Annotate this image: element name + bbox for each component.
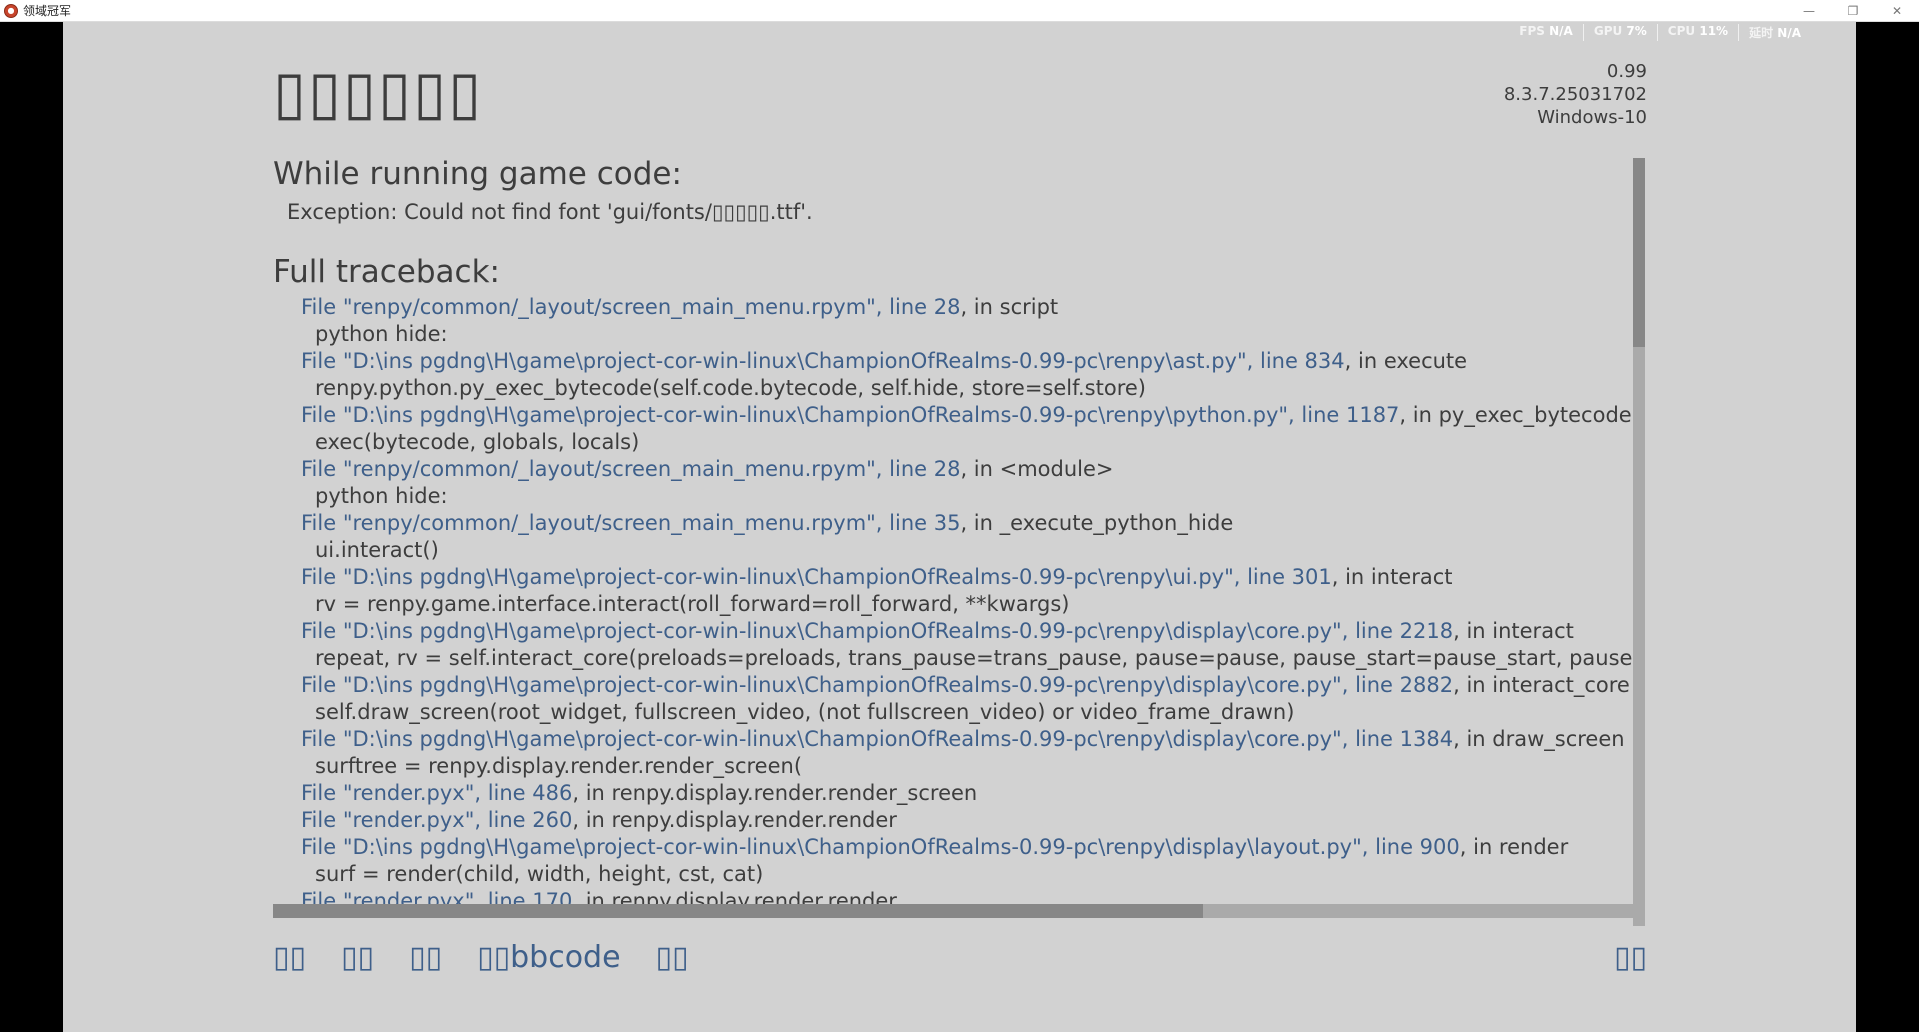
horizontal-scrollbar-thumb[interactable] (273, 904, 1203, 918)
performance-overlay: FPS N/A GPU 7% CPU 11% 延时 N/A (1509, 24, 1801, 41)
traceback-file-line: File "D:\ins pgdng\H\game\project-cor-wi… (273, 618, 1632, 645)
traceback-file-link[interactable]: File "D:\ins pgdng\H\game\project-cor-wi… (301, 727, 1453, 751)
stat-cpu: CPU 11% (1658, 24, 1740, 41)
traceback-function: , in renpy.display.render.render (572, 808, 897, 832)
traceback-function: , in renpy.display.render.render_screen (572, 781, 978, 805)
traceback-file-link[interactable]: File "D:\ins pgdng\H\game\project-cor-wi… (301, 835, 1460, 859)
traceback-function: , in _execute_python_hide (960, 511, 1234, 535)
copy-bbcode-button[interactable]: ▯▯bbcode (477, 940, 620, 975)
running-heading: While running game code: (273, 156, 682, 192)
traceback-file-link[interactable]: File "D:\ins pgdng\H\game\project-cor-wi… (301, 673, 1453, 697)
traceback-code-line: ui.interact() (315, 538, 439, 562)
traceback-code-line: renpy.python.py_exec_bytecode(self.code.… (315, 376, 1146, 400)
traceback-code-line: rv = renpy.game.interface.interact(roll_… (315, 592, 1070, 616)
traceback-file-line: File "D:\ins pgdng\H\game\project-cor-wi… (273, 402, 1632, 429)
traceback-code-line: repeat, rv = self.interact_core(preloads… (315, 646, 1632, 670)
traceback-function: , in <module> (960, 457, 1114, 481)
traceback-code-line: self.draw_screen(root_widget, fullscreen… (315, 700, 1295, 724)
minimize-button[interactable]: — (1787, 0, 1831, 22)
traceback-file-link[interactable]: File "render.pyx", line 486 (301, 781, 572, 805)
traceback-function: , in script (960, 295, 1059, 319)
window-titlebar: ● 领域冠军 — ❐ ✕ (0, 0, 1919, 22)
platform: Windows-10 (1537, 107, 1647, 128)
traceback-file-link[interactable]: File "D:\ins pgdng\H\game\project-cor-wi… (301, 403, 1399, 427)
stat-latency: 延时 N/A (1749, 26, 1801, 40)
vertical-scrollbar-thumb[interactable] (1633, 158, 1645, 347)
traceback-code-line: surf = render(child, width, height, cst,… (315, 862, 764, 886)
traceback-file-line: File "D:\ins pgdng\H\game\project-cor-wi… (273, 348, 1632, 375)
traceback-function: , in interact (1331, 565, 1453, 589)
traceback-file-link[interactable]: File "renpy/common/_layout/screen_main_m… (301, 295, 960, 319)
traceback-file-line: File "D:\ins pgdng\H\game\project-cor-wi… (273, 564, 1632, 591)
restore-button[interactable]: ❐ (1831, 0, 1875, 22)
traceback-file-link[interactable]: File "D:\ins pgdng\H\game\project-cor-wi… (301, 565, 1332, 589)
traceback-file-link[interactable]: File "D:\ins pgdng\H\game\project-cor-wi… (301, 349, 1345, 373)
traceback-heading: Full traceback: (273, 254, 500, 290)
traceback-function: , in py_exec_bytecode (1399, 403, 1632, 427)
traceback-file-line: File "renpy/common/_layout/screen_main_m… (273, 510, 1632, 537)
traceback-file-line: File "D:\ins pgdng\H\game\project-cor-wi… (273, 726, 1632, 753)
game-area: FPS N/A GPU 7% CPU 11% 延时 N/A ▯▯▯▯▯▯ 0.9… (63, 22, 1856, 1032)
rollback-button[interactable]: ▯▯ (273, 940, 306, 975)
app-icon: ● (4, 3, 18, 18)
version-info: 0.99 8.3.7.25031702 Windows-10 (1504, 60, 1647, 129)
copy-markdown-button[interactable]: ▯▯ (656, 940, 689, 975)
stat-gpu: GPU 7% (1584, 24, 1658, 41)
horizontal-scrollbar[interactable] (273, 904, 1633, 918)
game-version: 0.99 (1606, 61, 1647, 82)
traceback-file-link[interactable]: File "render.pyx", line 260 (301, 808, 572, 832)
traceback-function: , in execute (1344, 349, 1468, 373)
traceback-file-line: File "D:\ins pgdng\H\game\project-cor-wi… (273, 672, 1632, 699)
traceback-function: , in draw_screen (1453, 727, 1625, 751)
traceback-code-line: exec(bytecode, globals, locals) (315, 430, 640, 454)
close-button[interactable]: ✕ (1875, 0, 1919, 22)
traceback-file-line: File "render.pyx", line 486, in renpy.di… (273, 780, 1632, 807)
vertical-scrollbar[interactable] (1633, 158, 1645, 926)
action-bar: ▯▯ ▯▯ ▯▯ ▯▯bbcode ▯▯ (273, 940, 724, 975)
traceback-code-line: python hide: (315, 322, 448, 346)
traceback-list: File "renpy/common/_layout/screen_main_m… (273, 294, 1632, 915)
traceback-file-line: File "renpy/common/_layout/screen_main_m… (273, 456, 1632, 483)
traceback-function: , in interact (1453, 619, 1574, 643)
traceback-file-line: File "D:\ins pgdng\H\game\project-cor-wi… (273, 834, 1632, 861)
exception-message: Exception: Could not find font 'gui/font… (287, 200, 813, 224)
traceback-file-line: File "render.pyx", line 260, in renpy.di… (273, 807, 1632, 834)
traceback-file-link[interactable]: File "renpy/common/_layout/screen_main_m… (301, 511, 960, 535)
traceback-file-link[interactable]: File "renpy/common/_layout/screen_main_m… (301, 457, 960, 481)
traceback-function: , in render (1459, 835, 1569, 859)
ignore-button[interactable]: ▯▯ (341, 940, 374, 975)
traceback-file-link[interactable]: File "D:\ins pgdng\H\game\project-cor-wi… (301, 619, 1453, 643)
stat-fps: FPS N/A (1509, 24, 1584, 41)
page-title: ▯▯▯▯▯▯ (273, 58, 484, 128)
window-title: 领域冠军 (23, 4, 72, 18)
traceback-code-line: surftree = renpy.display.render.render_s… (315, 754, 803, 778)
traceback-viewport[interactable]: File "renpy/common/_layout/screen_main_m… (273, 294, 1632, 926)
reload-button[interactable]: ▯▯ (409, 940, 442, 975)
traceback-file-line: File "renpy/common/_layout/screen_main_m… (273, 294, 1632, 321)
quit-button[interactable]: ▯▯ (1614, 940, 1647, 975)
renpy-version: 8.3.7.25031702 (1503, 84, 1647, 105)
window-controls: — ❐ ✕ (1787, 0, 1919, 22)
traceback-function: , in interact_core (1453, 673, 1630, 697)
traceback-code-line: python hide: (315, 484, 448, 508)
